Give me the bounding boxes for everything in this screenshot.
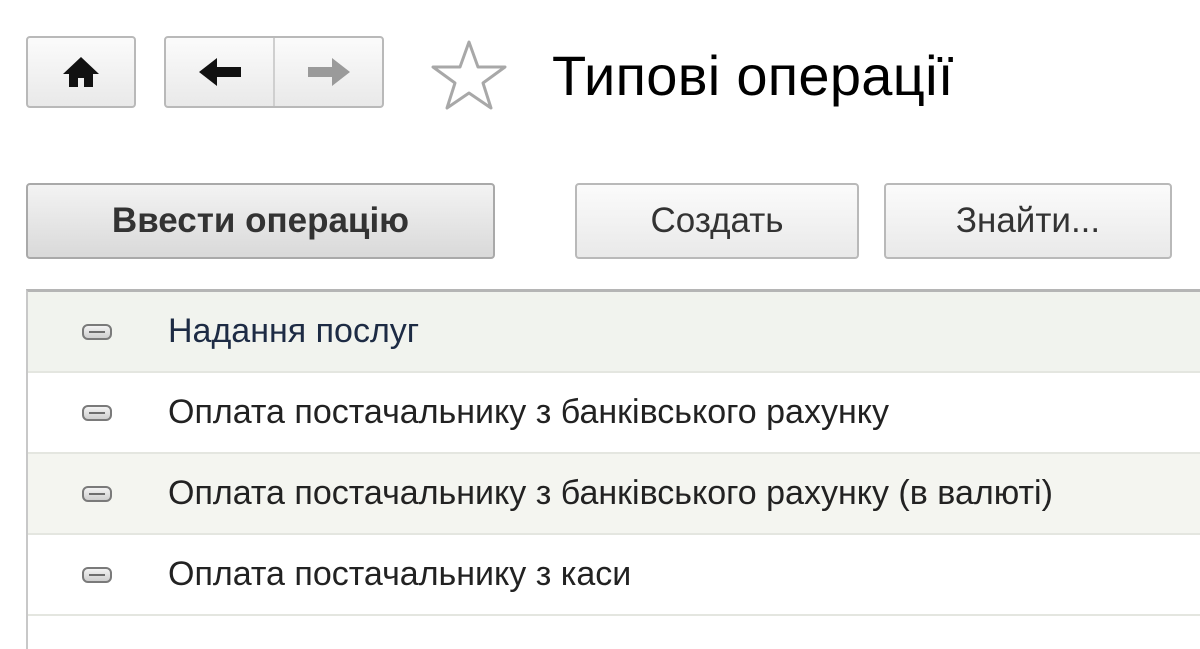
catalog-item-icon	[82, 404, 112, 421]
list-item-label: Оплата постачальнику з банківського раху…	[168, 393, 889, 431]
history-navigation	[164, 36, 384, 108]
create-button[interactable]: Создать	[575, 183, 859, 259]
arrow-left-icon	[198, 58, 241, 86]
list-item-label: Надання послуг	[168, 312, 420, 350]
home-button[interactable]	[26, 36, 136, 108]
list-item[interactable]: Надання послуг	[28, 292, 1200, 373]
back-button[interactable]	[166, 38, 273, 106]
catalog-item-icon	[82, 323, 112, 340]
catalog-item-icon	[82, 485, 112, 502]
list-item[interactable]: Оплата постачальнику з каси	[28, 535, 1200, 616]
forward-button[interactable]	[273, 38, 382, 106]
enter-operation-button[interactable]: Ввести операцію	[26, 183, 495, 259]
page-title: Типові операції	[552, 44, 954, 107]
operations-list: Надання послуг Оплата постачальнику з ба…	[26, 289, 1200, 649]
home-icon	[63, 57, 99, 87]
catalog-item-icon	[82, 566, 112, 583]
favorite-star-icon[interactable]	[430, 38, 508, 112]
list-item-label: Оплата постачальнику з банківського раху…	[168, 474, 1053, 512]
find-button[interactable]: Знайти...	[884, 183, 1172, 259]
list-item[interactable]: Оплата постачальнику з банківського раху…	[28, 454, 1200, 535]
list-item-label: Оплата постачальнику з каси	[168, 555, 632, 593]
arrow-right-icon	[307, 58, 350, 86]
list-item[interactable]: Оплата постачальнику з банківського раху…	[28, 373, 1200, 454]
